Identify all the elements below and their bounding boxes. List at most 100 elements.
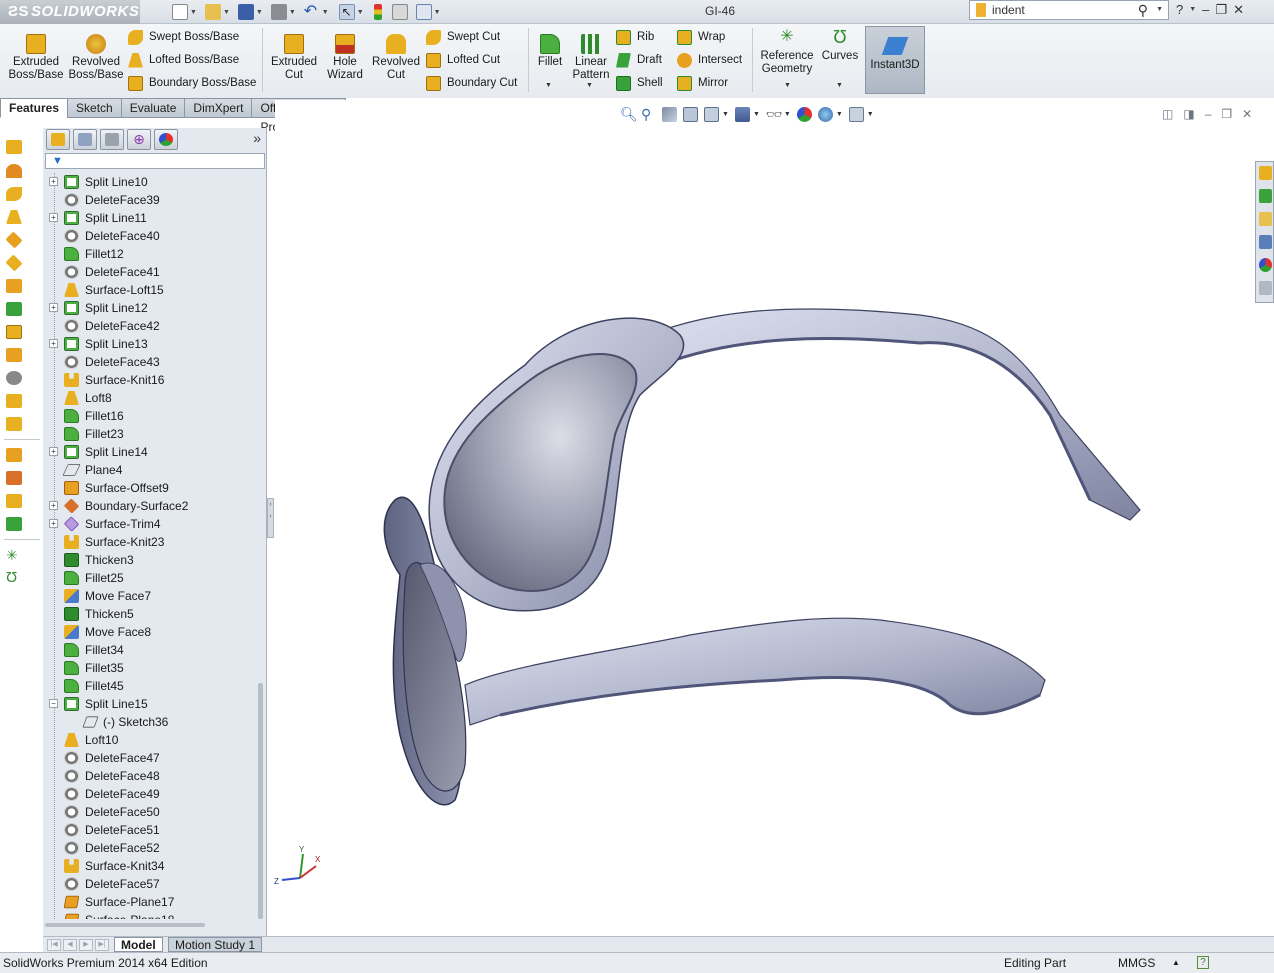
solidworks-logo[interactable]: ƧS SOLIDWORKS bbox=[0, 0, 140, 24]
collapse-node-icon[interactable]: − bbox=[49, 699, 58, 708]
shell-button[interactable]: Shell bbox=[616, 73, 663, 93]
file-explorer-icon[interactable] bbox=[1259, 212, 1272, 226]
scrollbar-thumb[interactable] bbox=[258, 683, 263, 919]
select-pointer-icon[interactable]: ↖ bbox=[338, 4, 355, 20]
feature-tree-item[interactable]: + Split Line10 bbox=[43, 173, 253, 191]
fillet-dropdown-icon[interactable]: ▼ bbox=[545, 82, 552, 89]
undo-icon[interactable]: ↶ bbox=[304, 4, 320, 20]
linear-pattern-dropdown-icon[interactable]: ▼ bbox=[586, 82, 593, 89]
hide-show-items-icon[interactable]: 👓︎ bbox=[766, 107, 783, 122]
appearances-icon[interactable] bbox=[1259, 258, 1272, 272]
feature-tree-item[interactable]: Thicken3 bbox=[43, 551, 253, 569]
knit-tool-icon[interactable] bbox=[6, 325, 22, 339]
boundary-boss-button[interactable]: Boundary Boss/Base bbox=[128, 73, 256, 93]
tab-model[interactable]: Model bbox=[114, 937, 163, 952]
feature-tree-item[interactable]: + Surface-Trim4 bbox=[43, 515, 253, 533]
feature-tree-item[interactable]: Fillet45 bbox=[43, 677, 253, 695]
feature-tree-item[interactable]: Move Face8 bbox=[43, 623, 253, 641]
dimxpert-manager-tab[interactable]: ⊕ bbox=[127, 129, 151, 150]
offset-surface-tool-icon[interactable] bbox=[6, 279, 22, 293]
help-dropdown-icon[interactable]: ▼ bbox=[1189, 6, 1196, 18]
boundary-tool-icon[interactable] bbox=[5, 231, 23, 249]
feature-tree-item[interactable]: DeleteFace41 bbox=[43, 263, 253, 281]
solidworks-resources-icon[interactable] bbox=[1259, 166, 1272, 180]
feature-tree-item[interactable]: Surface-Offset9 bbox=[43, 479, 253, 497]
revolved-boss-button[interactable]: Revolved Boss/Base bbox=[68, 34, 124, 82]
apply-scene-icon[interactable] bbox=[817, 106, 833, 122]
hole-wizard-button[interactable]: Hole Wizard bbox=[322, 34, 368, 82]
feature-tree-item[interactable]: DeleteFace42 bbox=[43, 317, 253, 335]
feature-tree-item[interactable]: Fillet12 bbox=[43, 245, 253, 263]
open-folder-icon[interactable] bbox=[204, 4, 221, 20]
feature-tree-item[interactable]: Fillet34 bbox=[43, 641, 253, 659]
save-icon[interactable] bbox=[237, 4, 254, 20]
reference-geometry-dropdown-icon[interactable]: ▼ bbox=[784, 82, 791, 89]
open-dropdown-icon[interactable]: ▼ bbox=[223, 9, 230, 16]
rebuild-traffic-light-icon[interactable] bbox=[373, 4, 382, 20]
swept-cut-button[interactable]: Swept Cut bbox=[426, 27, 500, 47]
first-tab-icon[interactable]: |◀ bbox=[47, 939, 61, 951]
zoom-to-area-icon[interactable]: ⚲ bbox=[641, 106, 656, 122]
lofted-cut-button[interactable]: Lofted Cut bbox=[426, 50, 500, 70]
tab-motion-study[interactable]: Motion Study 1 bbox=[168, 937, 263, 952]
expand-node-icon[interactable]: + bbox=[49, 501, 58, 510]
revolve-tool-icon[interactable] bbox=[6, 164, 22, 178]
fill-tool-icon[interactable] bbox=[6, 348, 22, 362]
tab-sketch[interactable]: Sketch bbox=[67, 98, 122, 118]
feature-tree-item[interactable]: Loft10 bbox=[43, 731, 253, 749]
sunglasses-3d-model[interactable] bbox=[360, 295, 1150, 815]
thicken-tool-icon[interactable] bbox=[6, 302, 22, 316]
undo-dropdown-icon[interactable]: ▼ bbox=[322, 9, 329, 16]
intersect-button[interactable]: Intersect bbox=[677, 50, 742, 70]
expand-node-icon[interactable]: + bbox=[49, 519, 58, 528]
extruded-boss-button[interactable]: Extruded Boss/Base bbox=[8, 34, 64, 82]
section-view-icon[interactable] bbox=[683, 106, 698, 122]
feature-tree-item[interactable]: + Split Line14 bbox=[43, 443, 253, 461]
doc-close-icon[interactable]: ✕ bbox=[1242, 107, 1252, 121]
custom-properties-icon[interactable] bbox=[1259, 281, 1272, 295]
display-style-icon[interactable] bbox=[734, 106, 750, 122]
last-tab-icon[interactable]: ▶| bbox=[95, 939, 109, 951]
feature-tree-item[interactable]: Surface-Plane18 bbox=[43, 911, 253, 919]
feature-tree-item[interactable]: Fillet23 bbox=[43, 425, 253, 443]
edit-appearance-icon[interactable] bbox=[796, 106, 812, 122]
rib-button[interactable]: Rib bbox=[616, 27, 654, 47]
display-style-dropdown-icon[interactable]: ▼ bbox=[753, 111, 760, 118]
doc-minimize-icon[interactable]: – bbox=[1205, 107, 1212, 121]
feature-tree-item[interactable]: + Boundary-Surface2 bbox=[43, 497, 253, 515]
next-tab-icon[interactable]: ▶ bbox=[79, 939, 93, 951]
feature-tree-item[interactable]: DeleteFace52 bbox=[43, 839, 253, 857]
feature-tree-item[interactable]: Plane4 bbox=[43, 461, 253, 479]
feature-tree-item[interactable]: Surface-Knit23 bbox=[43, 533, 253, 551]
feature-tree-item[interactable]: + Split Line13 bbox=[43, 335, 253, 353]
feature-tree-item[interactable]: DeleteFace57 bbox=[43, 875, 253, 893]
extruded-cut-button[interactable]: Extruded Cut bbox=[268, 34, 320, 82]
mirror-button[interactable]: Mirror bbox=[677, 73, 728, 93]
save-dropdown-icon[interactable]: ▼ bbox=[256, 9, 263, 16]
hide-show-dropdown-icon[interactable]: ▼ bbox=[784, 111, 791, 118]
surface-trim-tool-icon[interactable] bbox=[6, 448, 22, 462]
lofted-boss-button[interactable]: Lofted Boss/Base bbox=[128, 50, 239, 70]
tab-dimxpert[interactable]: DimXpert bbox=[184, 98, 253, 118]
linear-pattern-button[interactable]: Linear Pattern bbox=[570, 34, 612, 82]
view-orientation-icon[interactable] bbox=[704, 106, 719, 122]
expand-node-icon[interactable]: + bbox=[49, 303, 58, 312]
curves-button[interactable]: Ʊ Curves bbox=[820, 28, 860, 63]
unit-system-dropdown-icon[interactable]: ▲ bbox=[1172, 958, 1180, 967]
feature-tree-item[interactable]: Loft8 bbox=[43, 389, 253, 407]
feature-tree-item[interactable]: DeleteFace51 bbox=[43, 821, 253, 839]
replace-face-tool-icon[interactable] bbox=[6, 394, 22, 408]
minimize-icon[interactable]: – bbox=[1202, 2, 1209, 18]
plane-tool-icon[interactable] bbox=[5, 254, 23, 272]
feature-tree-tab[interactable] bbox=[46, 129, 70, 150]
feature-tree-item[interactable]: DeleteFace48 bbox=[43, 767, 253, 785]
swept-boss-button[interactable]: Swept Boss/Base bbox=[128, 27, 239, 47]
untrim-tool-icon[interactable] bbox=[6, 471, 22, 485]
unit-system-selector[interactable]: MMGS bbox=[1118, 956, 1155, 970]
extrude-tool-icon[interactable] bbox=[6, 140, 22, 154]
restore-icon[interactable]: ❐ bbox=[1215, 2, 1227, 18]
curves-tool-icon[interactable]: Ʊ bbox=[6, 570, 22, 585]
extend-surface-tool-icon[interactable] bbox=[6, 494, 22, 508]
options-icon[interactable] bbox=[415, 4, 432, 20]
feature-tree-item[interactable]: + Split Line12 bbox=[43, 299, 253, 317]
